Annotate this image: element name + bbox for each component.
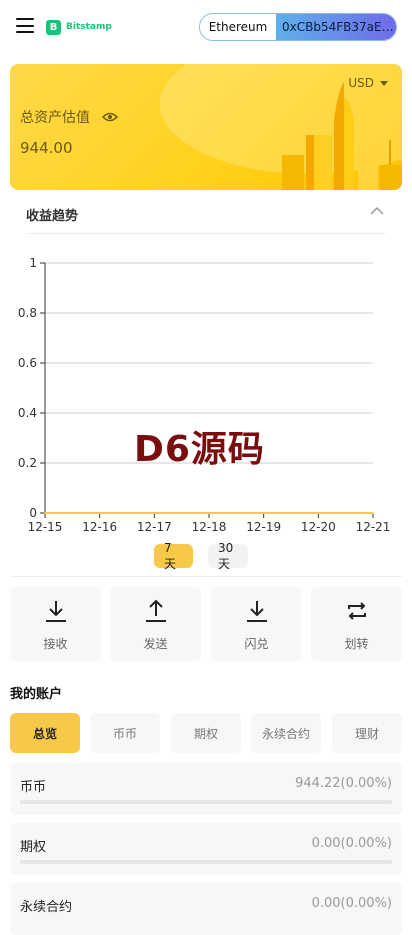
- total-asset-value: 944.00: [20, 139, 73, 157]
- data-point: [262, 512, 265, 514]
- account-progress-bar: [20, 860, 392, 864]
- x-tick-label: 12-16: [82, 520, 117, 534]
- network-label: Ethereum: [200, 14, 276, 40]
- data-point: [44, 512, 46, 514]
- y-tick-label: 0.6: [18, 356, 37, 370]
- data-point: [153, 512, 156, 514]
- y-tick-label: 0.8: [18, 306, 37, 320]
- total-asset-label: 总资产估值: [20, 110, 90, 126]
- send-label: 发送: [143, 637, 168, 651]
- eye-icon[interactable]: [102, 112, 118, 122]
- asset-card: USD 总资产估值 944.00: [10, 64, 402, 190]
- swap-button[interactable]: 闪兑: [211, 587, 302, 661]
- x-tick-label: 12-15: [28, 520, 63, 534]
- tab-finance[interactable]: 理财: [332, 713, 402, 753]
- city-illustration: [282, 82, 402, 190]
- transfer-button[interactable]: 划转: [311, 587, 402, 661]
- data-point: [98, 512, 101, 514]
- x-tick-label: 12-20: [301, 520, 336, 534]
- account-tabs: 总览 币币 期权 永续合约 理财: [10, 713, 402, 753]
- chevron-up-icon[interactable]: [370, 206, 384, 216]
- tab-options[interactable]: 期权: [171, 713, 241, 753]
- action-buttons: 接收 发送 闪兑 划转: [10, 587, 402, 661]
- data-point: [317, 512, 320, 514]
- y-tick-label: 0: [29, 506, 37, 520]
- y-tick-label: 1: [29, 256, 37, 270]
- tab-perpetual[interactable]: 永续合约: [251, 713, 321, 753]
- tab-spot[interactable]: 币币: [90, 713, 160, 753]
- menu-icon[interactable]: [16, 18, 34, 33]
- brand-logo: B Bitstamp: [46, 18, 112, 36]
- y-tick-label: 0.4: [18, 406, 37, 420]
- tab-7-days[interactable]: 7天: [154, 541, 193, 571]
- upload-icon: [146, 599, 166, 622]
- y-tick-label: 0.2: [18, 456, 37, 470]
- range-tabs: 7天 30天: [0, 541, 412, 571]
- send-button[interactable]: 发送: [110, 587, 201, 661]
- receive-label: 接收: [43, 637, 68, 651]
- x-tick-label: 12-17: [137, 520, 172, 534]
- tab-overview[interactable]: 总览: [10, 713, 80, 753]
- watermark-text: D6源码: [134, 429, 265, 470]
- account-value: 0.00(0.00%): [311, 896, 392, 911]
- x-tick-label: 12-19: [246, 520, 281, 534]
- x-tick-label: 12-18: [192, 520, 227, 534]
- account-name: 永续合约: [20, 900, 73, 915]
- account-name: 期权: [20, 840, 47, 855]
- account-row-options[interactable]: 期权 0.00(0.00%): [10, 823, 402, 875]
- asset-label-row: 总资产估值: [20, 107, 118, 127]
- profit-trend-chart: 0 0.2 0.4 0.6 0.8 1 12-15 12-16 12-17 12-18 12-19 1…: [18, 256, 391, 534]
- top-header: B Bitstamp Ethereum 0xCBb54FB37aE…: [0, 0, 412, 54]
- trend-header[interactable]: 收益趋势: [26, 196, 386, 234]
- swap-label: 闪兑: [244, 637, 269, 651]
- trend-title: 收益趋势: [26, 209, 79, 224]
- swap-down-icon: [247, 601, 267, 622]
- logo-text: Bitstamp: [66, 22, 112, 32]
- x-tick-label: 12-21: [356, 520, 391, 534]
- account-row-spot[interactable]: 币币 944.22(0.00%): [10, 763, 402, 815]
- data-point: [208, 512, 210, 514]
- account-row-perpetual[interactable]: 永续合约 0.00(0.00%): [10, 883, 402, 935]
- account-name: 币币: [20, 780, 47, 795]
- logo-mark: B: [46, 19, 61, 35]
- account-progress-bar: [20, 800, 392, 804]
- account-value: 0.00(0.00%): [311, 836, 392, 851]
- my-accounts-title: 我的账户: [10, 687, 63, 702]
- receive-button[interactable]: 接收: [10, 587, 101, 661]
- divider: [10, 576, 402, 577]
- transfer-icon: [348, 602, 366, 620]
- download-icon: [46, 601, 66, 622]
- data-point: [372, 512, 374, 514]
- transfer-label: 划转: [344, 637, 369, 651]
- wallet-connect-button[interactable]: Ethereum 0xCBb54FB37aE…: [199, 13, 397, 41]
- tab-30-days[interactable]: 30天: [208, 541, 248, 571]
- wallet-address: 0xCBb54FB37aE…: [276, 14, 396, 40]
- account-value: 944.22(0.00%): [295, 776, 392, 791]
